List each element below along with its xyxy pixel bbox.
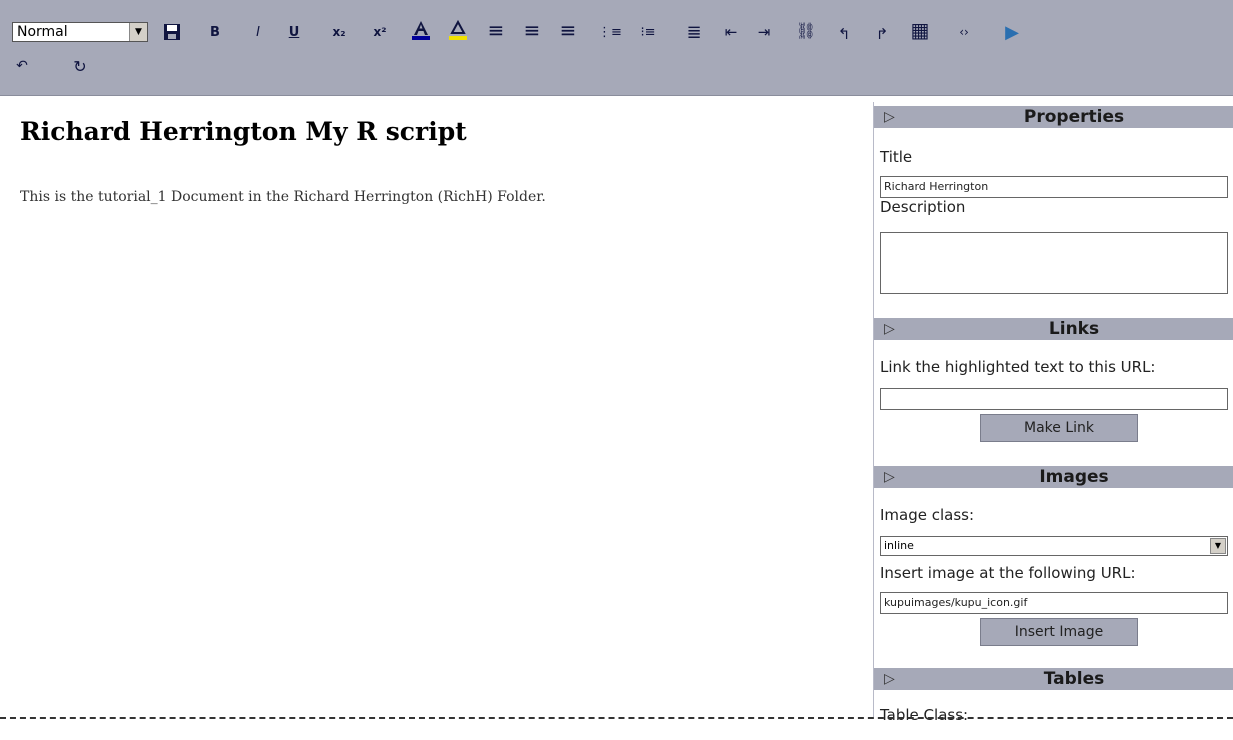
title-label: Title: [880, 148, 913, 166]
links-section-header[interactable]: ▷ Links: [874, 318, 1233, 340]
images-section-header[interactable]: ▷ Images: [874, 466, 1233, 488]
table-class-label: Table Class:: [880, 706, 969, 724]
document-paragraph: This is the tutorial_1 Document in the R…: [20, 189, 546, 205]
indent-icon[interactable]: ⇥: [752, 20, 776, 44]
title-field[interactable]: Richard Herrington: [880, 176, 1228, 198]
editor-bottom-border: [0, 717, 1233, 719]
description-field[interactable]: [880, 232, 1228, 294]
anchor-icon[interactable]: ↰: [832, 22, 856, 46]
insert-image-button[interactable]: Insert Image: [980, 618, 1138, 646]
link-url-field[interactable]: [880, 388, 1228, 410]
editor-toolbar: Normal ▼ B I U x₂ x² ≡ ≡ ≡ ⋮≡ ⁝≡ ≣ ⇤ ⇥ ⛓…: [0, 0, 1233, 96]
align-right-icon[interactable]: ≡: [556, 18, 580, 42]
align-center-icon[interactable]: ≡: [520, 18, 544, 42]
tool-sidebar: ▷ Properties Title Richard Herrington De…: [873, 102, 1233, 724]
bold-icon[interactable]: B: [203, 20, 227, 44]
ordered-list-icon[interactable]: ⋮≡: [598, 20, 622, 44]
paragraph-style-select[interactable]: Normal ▼: [12, 22, 148, 42]
link-url-label: Link the highlighted text to this URL:: [880, 358, 1156, 376]
unordered-list-icon[interactable]: ⁝≡: [636, 20, 660, 44]
image-url-label: Insert image at the following URL:: [880, 564, 1136, 582]
link-icon[interactable]: ⛓: [794, 18, 818, 42]
image-class-select[interactable]: inline ▼: [880, 536, 1228, 556]
description-label: Description: [880, 198, 966, 216]
document-editor[interactable]: Richard Herrington My R script This is t…: [6, 97, 868, 717]
subscript-icon[interactable]: x₂: [327, 20, 351, 44]
toggle-triangle-icon[interactable]: ▷: [884, 320, 898, 338]
superscript-icon[interactable]: x²: [368, 20, 392, 44]
undo-icon[interactable]: ↶: [10, 54, 34, 78]
italic-icon[interactable]: I: [246, 20, 270, 44]
images-heading: Images: [1039, 467, 1109, 487]
links-heading: Links: [1048, 319, 1100, 339]
table-icon[interactable]: ▦: [908, 18, 932, 42]
align-left-icon[interactable]: ≡: [484, 18, 508, 42]
toggle-triangle-icon[interactable]: ▷: [884, 468, 898, 486]
source-icon[interactable]: ‹›: [952, 20, 976, 44]
document-title: Richard Herrington My R script: [20, 117, 467, 146]
properties-section-header[interactable]: ▷ Properties: [874, 106, 1233, 128]
chevron-down-icon[interactable]: ▼: [1210, 538, 1226, 554]
image-class-label: Image class:: [880, 506, 975, 524]
paragraph-style-value: Normal: [17, 24, 68, 40]
toggle-sidebar-icon[interactable]: ▶: [1000, 20, 1024, 44]
highlight-icon[interactable]: [446, 18, 470, 42]
tables-heading: Tables: [1043, 669, 1105, 689]
toggle-triangle-icon[interactable]: ▷: [884, 670, 898, 688]
save-icon[interactable]: [160, 20, 184, 44]
chevron-down-icon[interactable]: ▼: [129, 23, 147, 41]
image-class-value: inline: [884, 539, 914, 552]
outdent-icon[interactable]: ⇤: [719, 20, 743, 44]
refresh-icon[interactable]: ↻: [68, 54, 92, 78]
underline-icon[interactable]: U: [282, 20, 306, 44]
image-url-field[interactable]: kupuimages/kupu_icon.gif: [880, 592, 1228, 614]
toggle-triangle-icon[interactable]: ▷: [884, 108, 898, 126]
tables-section-header[interactable]: ▷ Tables: [874, 668, 1233, 690]
text-color-icon[interactable]: [409, 18, 433, 42]
definition-list-icon[interactable]: ≣: [682, 20, 706, 44]
make-link-button[interactable]: Make Link: [980, 414, 1138, 442]
properties-heading: Properties: [1023, 107, 1125, 127]
unlink-icon[interactable]: ↱: [870, 22, 894, 46]
